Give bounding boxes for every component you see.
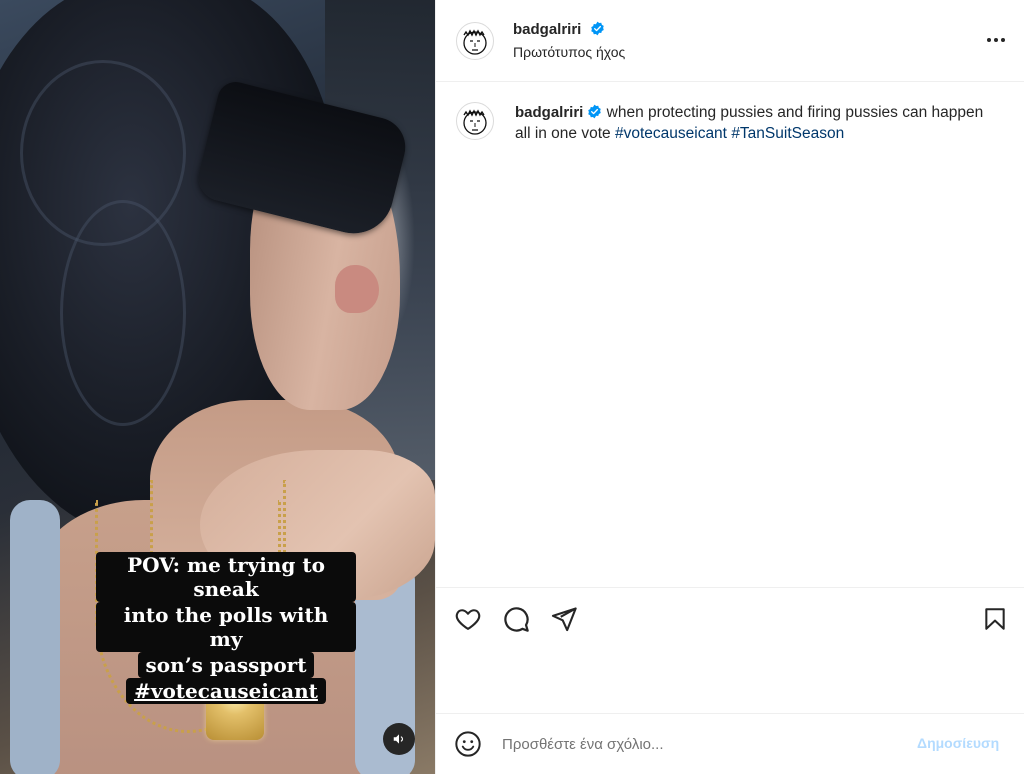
doodle-face-avatar-icon xyxy=(463,109,487,135)
comment-input[interactable] xyxy=(502,732,902,756)
post-comment-button[interactable]: Δημοσίευση xyxy=(917,735,999,751)
verified-badge-icon xyxy=(591,21,604,36)
comment-icon xyxy=(504,607,529,632)
verified-badge-icon xyxy=(588,104,602,119)
overlay-line: #votecauseicant xyxy=(126,678,326,704)
hair-strand xyxy=(60,200,186,426)
bookmark-icon xyxy=(985,608,1005,630)
save-button[interactable] xyxy=(982,605,1012,635)
doodle-face-avatar-icon xyxy=(463,29,487,55)
more-horizontal-icon xyxy=(987,38,1005,42)
overlay-line: into the polls with my xyxy=(96,602,356,652)
top-strap-left xyxy=(10,500,60,774)
share-button[interactable] xyxy=(550,605,580,635)
post-caption: badgalriri when protecting pussies and f… xyxy=(515,102,985,144)
add-comment-bar: Δημοσίευση xyxy=(436,713,1024,774)
hashtag-link[interactable]: #TanSuitSeason xyxy=(731,125,844,142)
comment-button[interactable] xyxy=(502,605,532,635)
action-bar xyxy=(436,587,1024,713)
more-options-button[interactable] xyxy=(984,28,1008,52)
post-modal: POV: me trying to sneak into the polls w… xyxy=(0,0,1024,774)
author-username[interactable]: badgalriri xyxy=(513,21,581,38)
post-video[interactable]: POV: me trying to sneak into the polls w… xyxy=(0,0,435,774)
emoji-icon xyxy=(455,731,481,757)
post-details-panel: badgalriri Πρωτότυπος ήχος badgalriri wh… xyxy=(435,0,1024,774)
overlay-line: POV: me trying to sneak xyxy=(96,552,356,602)
avatar[interactable] xyxy=(456,102,494,140)
header-user: badgalriri xyxy=(513,21,605,39)
like-button[interactable] xyxy=(454,605,484,635)
video-text-overlay: POV: me trying to sneak into the polls w… xyxy=(96,552,356,704)
comments-section: badgalriri when protecting pussies and f… xyxy=(436,82,1024,587)
post-header: badgalriri Πρωτότυπος ήχος xyxy=(436,0,1024,82)
overlay-line: son’s passport xyxy=(137,652,315,678)
lips xyxy=(335,265,379,313)
emoji-picker-button[interactable] xyxy=(454,730,482,758)
mute-toggle-button[interactable] xyxy=(383,723,415,755)
speaker-icon xyxy=(393,734,404,744)
share-icon xyxy=(551,607,577,632)
hashtag-link[interactable]: #votecauseicant xyxy=(615,125,727,142)
heart-icon xyxy=(455,609,481,630)
audio-label[interactable]: Πρωτότυπος ήχος xyxy=(513,44,625,60)
caption-username[interactable]: badgalriri xyxy=(515,104,583,121)
avatar[interactable] xyxy=(456,22,494,60)
